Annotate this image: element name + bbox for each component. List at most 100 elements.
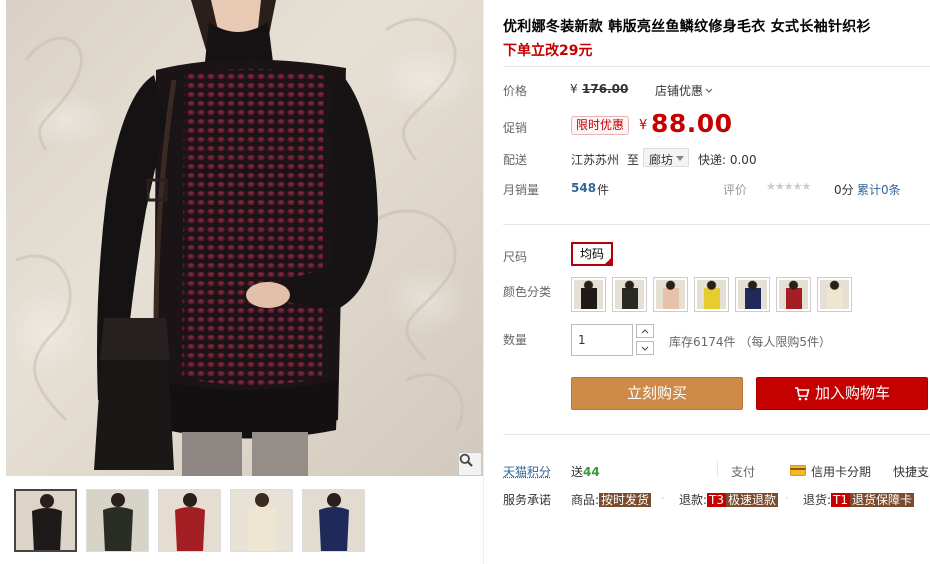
fast-pay-link[interactable]: 快捷支	[893, 463, 929, 480]
color-swatch-1[interactable]	[571, 277, 606, 312]
pay-label: 支付	[731, 465, 756, 479]
main-product-photo[interactable]	[6, 0, 484, 476]
return-label: 退货:	[803, 493, 832, 507]
chevron-up-icon	[641, 328, 649, 333]
ship-from: 江苏苏州	[571, 153, 620, 167]
divider	[503, 66, 930, 67]
thumbnail-image	[87, 490, 148, 551]
destination-value: 廊坊	[649, 153, 674, 167]
swatch-image	[697, 280, 726, 309]
fast-refund-tag[interactable]: 极速退款	[726, 493, 779, 507]
swatch-image	[779, 280, 808, 309]
divider	[503, 224, 930, 225]
rating-label: 评价	[723, 183, 748, 197]
selected-check-icon	[603, 256, 613, 266]
swatch-image	[615, 280, 644, 309]
rating-score: 0分	[834, 183, 854, 197]
quantity-label: 数量	[503, 333, 528, 347]
monthly-sales-unit: 件	[597, 183, 610, 197]
return-guarantee-tag[interactable]: 退货保障卡	[850, 493, 915, 507]
service-label: 服务承诺	[503, 493, 552, 507]
promo-price: 88.00	[651, 109, 733, 138]
swatch-image	[656, 280, 685, 309]
tmall-points-link[interactable]: 天猫积分	[503, 463, 551, 480]
quantity-input[interactable]: 1	[571, 324, 633, 356]
panel-divider	[483, 0, 484, 564]
product-gallery	[6, 0, 484, 564]
color-swatch-6[interactable]	[776, 277, 811, 312]
quantity-decrease-button[interactable]	[636, 341, 654, 355]
color-swatch-4[interactable]	[694, 277, 729, 312]
credit-installment-link[interactable]: 信用卡分期	[811, 463, 871, 480]
color-swatch-3[interactable]	[653, 277, 688, 312]
thumbnail-3[interactable]	[158, 489, 221, 552]
quantity-increase-button[interactable]	[636, 324, 654, 338]
swatch-image	[820, 280, 849, 309]
destination-select[interactable]: 廊坊	[643, 148, 689, 167]
divider	[503, 434, 930, 435]
size-option-label: 均码	[579, 247, 604, 261]
thumbnail-4[interactable]	[230, 489, 293, 552]
shop-promo-label: 店铺优惠	[655, 84, 704, 98]
original-price-currency: ¥	[570, 82, 578, 96]
divider	[717, 461, 718, 477]
limited-time-badge: 限时优惠	[571, 116, 630, 135]
points-prefix: 送	[571, 465, 584, 479]
thumbnail-strip	[14, 489, 365, 552]
shop-promo-dropdown[interactable]: 店铺优惠	[655, 82, 713, 99]
buy-now-button[interactable]: 立刻购买	[571, 377, 743, 410]
service-return: 退货: T1 退货保障卡	[803, 491, 915, 508]
chevron-down-icon	[641, 346, 649, 351]
shipping-fee: 快递: 0.00	[698, 153, 757, 167]
cart-icon	[794, 387, 810, 401]
color-swatch-2[interactable]	[612, 277, 647, 312]
zoom-button[interactable]	[458, 452, 482, 476]
total-reviews-link[interactable]: 累计0条	[857, 181, 901, 198]
product-title: 优利娜冬装新款 韩版亮丝鱼鳞纹修身毛衣 女式长袖针织衫	[503, 19, 871, 35]
magnifier-icon	[459, 453, 473, 467]
thumbnail-image	[231, 490, 292, 551]
ship-to-word: 至	[627, 153, 640, 167]
monthly-sales-count: 548	[571, 181, 597, 195]
service-refund: 退款: T3 极速退款	[679, 491, 779, 508]
color-swatch-7[interactable]	[817, 277, 852, 312]
add-to-cart-button[interactable]: 加入购物车	[756, 377, 928, 410]
separator-dot: ·	[661, 491, 665, 505]
promo-price-currency: ¥	[639, 118, 648, 133]
original-price: 176.00	[582, 82, 629, 96]
separator-dot: ·	[785, 491, 789, 505]
model-illustration	[15, 0, 464, 476]
goods-label: 商品:	[571, 493, 600, 507]
color-label: 颜色分类	[503, 285, 552, 299]
thumbnail-image	[159, 490, 220, 551]
product-subtitle: 下单立改29元	[503, 43, 593, 59]
return-code-tag: T1	[831, 493, 851, 507]
thumbnail-5[interactable]	[302, 489, 365, 552]
refund-label: 退款:	[679, 493, 708, 507]
color-swatches	[571, 277, 852, 312]
thumbnail-2[interactable]	[86, 489, 149, 552]
tmall-points-value: 送44	[571, 463, 600, 480]
price-label: 价格	[503, 84, 528, 98]
thumbnail-image	[16, 491, 75, 550]
rating-stars: ★★★★★	[766, 180, 811, 193]
size-option-onesize[interactable]: 均码	[571, 242, 613, 266]
color-swatch-5[interactable]	[735, 277, 770, 312]
on-time-ship-tag[interactable]: 按时发货	[599, 493, 652, 507]
swatch-image	[574, 280, 603, 309]
thumbnail-1[interactable]	[14, 489, 77, 552]
service-goods: 商品: 按时发货	[571, 491, 652, 508]
monthly-sales-label: 月销量	[503, 183, 540, 197]
points-number: 44	[583, 465, 600, 479]
chevron-down-icon	[705, 88, 713, 93]
stock-info: 库存6174件 （每人限购5件）	[669, 335, 831, 349]
credit-card-icon	[790, 465, 806, 476]
swatch-image	[738, 280, 767, 309]
promo-label: 促销	[503, 121, 528, 135]
thumbnail-image	[303, 490, 364, 551]
shipping-label: 配送	[503, 153, 528, 167]
size-label: 尺码	[503, 250, 528, 264]
caret-down-icon	[676, 156, 684, 161]
refund-code-tag: T3	[707, 493, 727, 507]
add-to-cart-label: 加入购物车	[814, 384, 890, 402]
